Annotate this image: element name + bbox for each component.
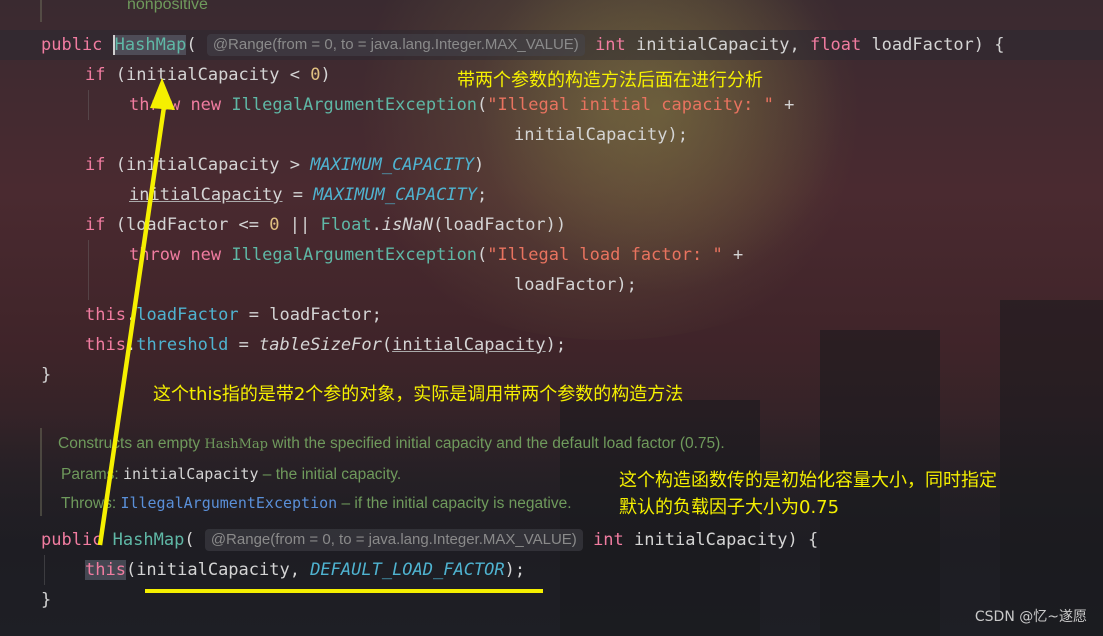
annotation-overlay bbox=[97, 78, 543, 593]
annotation-arrow-line bbox=[97, 99, 168, 546]
annotation-arrow-head-icon bbox=[150, 78, 175, 110]
watermark: CSDN @忆~遂愿 bbox=[974, 609, 1087, 625]
